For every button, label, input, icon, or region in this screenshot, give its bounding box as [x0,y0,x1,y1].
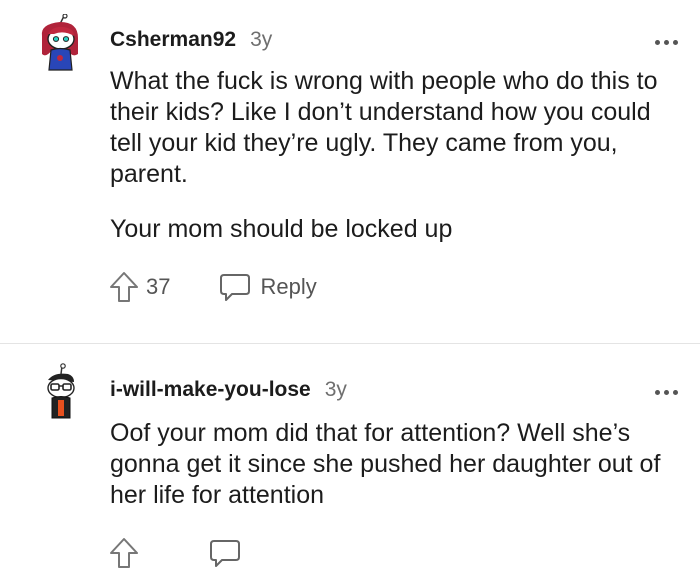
dot [664,390,669,395]
comment-text: Oof your mom did that for attention? Wel… [110,419,661,509]
dot [673,40,678,45]
dot [664,40,669,45]
comment-divider [0,343,700,344]
upvote-arrow-icon [110,538,138,568]
username[interactable]: Csherman92 [110,28,236,52]
comment-text: Your mom should be locked up [110,215,453,243]
upvote-arrow-icon [110,272,138,302]
comment-actions [108,536,242,570]
user-avatar[interactable] [34,362,86,422]
dot [673,390,678,395]
comment-meta: i-will-make-you-lose 3y [110,378,347,402]
comment-age: 3y [250,28,273,51]
comment-meta: Csherman92 3y [110,28,272,52]
comment-text: What the fuck is wrong with people who d… [110,67,658,188]
chat-bubble-icon [210,540,240,567]
username[interactable]: i-will-make-you-lose [110,378,311,402]
chat-bubble-icon [220,274,251,301]
upvote-button[interactable]: 37 [108,270,170,304]
dot [655,390,660,395]
snoo-avatar-icon [47,363,75,419]
comment-age: 3y [324,378,347,401]
more-options-icon[interactable] [655,40,678,45]
comment-actions: 37 Reply [108,270,317,304]
vote-count: 37 [146,274,171,299]
snoo-avatar-icon [41,13,78,71]
reply-button[interactable]: Reply [218,272,317,302]
more-options-icon[interactable] [655,390,678,395]
upvote-button[interactable] [108,536,140,570]
user-avatar[interactable] [34,13,86,74]
reply-label: Reply [260,274,317,299]
reply-button[interactable] [208,538,242,568]
dot [655,40,660,45]
